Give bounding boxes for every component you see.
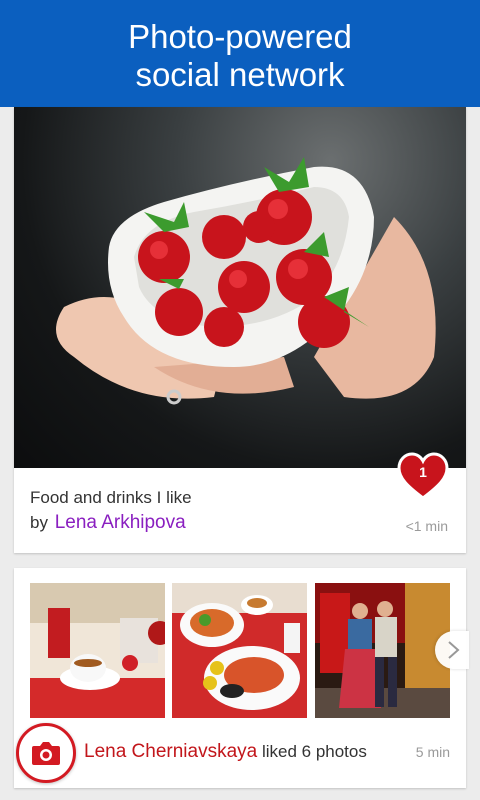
next-photos-button[interactable]	[435, 631, 469, 669]
like-count: 1	[419, 464, 427, 480]
post-photo[interactable]	[14, 107, 466, 468]
by-prefix: by	[30, 513, 48, 532]
header-title-line1: Photo-powered	[128, 18, 352, 55]
chevron-right-icon	[448, 641, 460, 659]
camera-button[interactable]	[16, 723, 76, 783]
activity-user-link[interactable]: Lena Cherniavskaya	[84, 741, 257, 762]
thumbnail-photo[interactable]	[172, 583, 307, 718]
activity-action: liked 6 photos	[261, 742, 367, 761]
post-card[interactable]: 1 Food and drinks I like by Lena Arkhipo…	[14, 107, 466, 553]
post-timestamp: <1 min	[405, 518, 448, 534]
post-title: Food and drinks I like	[30, 488, 192, 507]
activity-text: Lena Cherniavskaya liked 6 photos	[84, 741, 367, 763]
activity-timestamp: 5 min	[415, 744, 450, 760]
post-byline: by Lena Arkhipova	[30, 512, 186, 534]
activity-card[interactable]: Lena Cherniavskaya liked 6 photos 5 min	[14, 568, 469, 788]
author-link[interactable]: Lena Arkhipova	[55, 512, 186, 533]
like-badge[interactable]: 1	[397, 452, 449, 500]
thumbnail-photo[interactable]	[315, 583, 450, 718]
promo-header: Photo-powered social network	[0, 0, 480, 107]
camera-icon	[32, 742, 60, 765]
thumbnail-photo[interactable]	[30, 583, 165, 718]
header-title-line2: social network	[135, 56, 345, 93]
